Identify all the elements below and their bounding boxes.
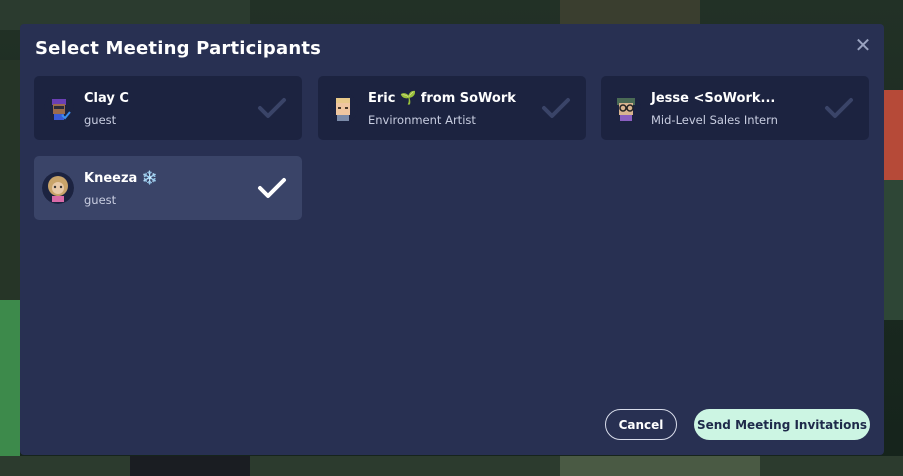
participant-name: Clay C <box>84 91 129 106</box>
select-participants-modal: Select Meeting Participants ✕ Clay C gue… <box>20 24 884 455</box>
send-meeting-invitations-button[interactable]: Send Meeting Invitations <box>694 409 870 440</box>
close-icon[interactable]: ✕ <box>854 35 872 55</box>
participant-role: Mid-Level Sales Intern <box>651 113 778 127</box>
avatar <box>611 93 641 123</box>
checkmark-icon <box>258 178 286 198</box>
avatar <box>44 93 74 123</box>
participant-name: Eric 🌱 from SoWork <box>368 91 516 106</box>
participant-role: guest <box>84 113 117 127</box>
participant-role: guest <box>84 193 117 207</box>
participant-card-clay[interactable]: Clay C guest <box>34 76 302 140</box>
checkmark-icon <box>825 98 853 118</box>
checkmark-icon <box>258 98 286 118</box>
participant-card-jesse[interactable]: Jesse <SoWork... Mid-Level Sales Intern <box>601 76 869 140</box>
participant-card-eric[interactable]: Eric 🌱 from SoWork Environment Artist <box>318 76 586 140</box>
avatar <box>42 172 74 204</box>
avatar <box>328 93 358 123</box>
participant-card-kneeza[interactable]: Kneeza ❄️ guest <box>34 156 302 220</box>
modal-title: Select Meeting Participants <box>35 38 322 59</box>
participant-role: Environment Artist <box>368 113 476 127</box>
participant-name: Jesse <SoWork... <box>651 91 776 106</box>
cancel-button[interactable]: Cancel <box>605 409 677 440</box>
participant-name: Kneeza ❄️ <box>84 171 159 186</box>
checkmark-icon <box>542 98 570 118</box>
